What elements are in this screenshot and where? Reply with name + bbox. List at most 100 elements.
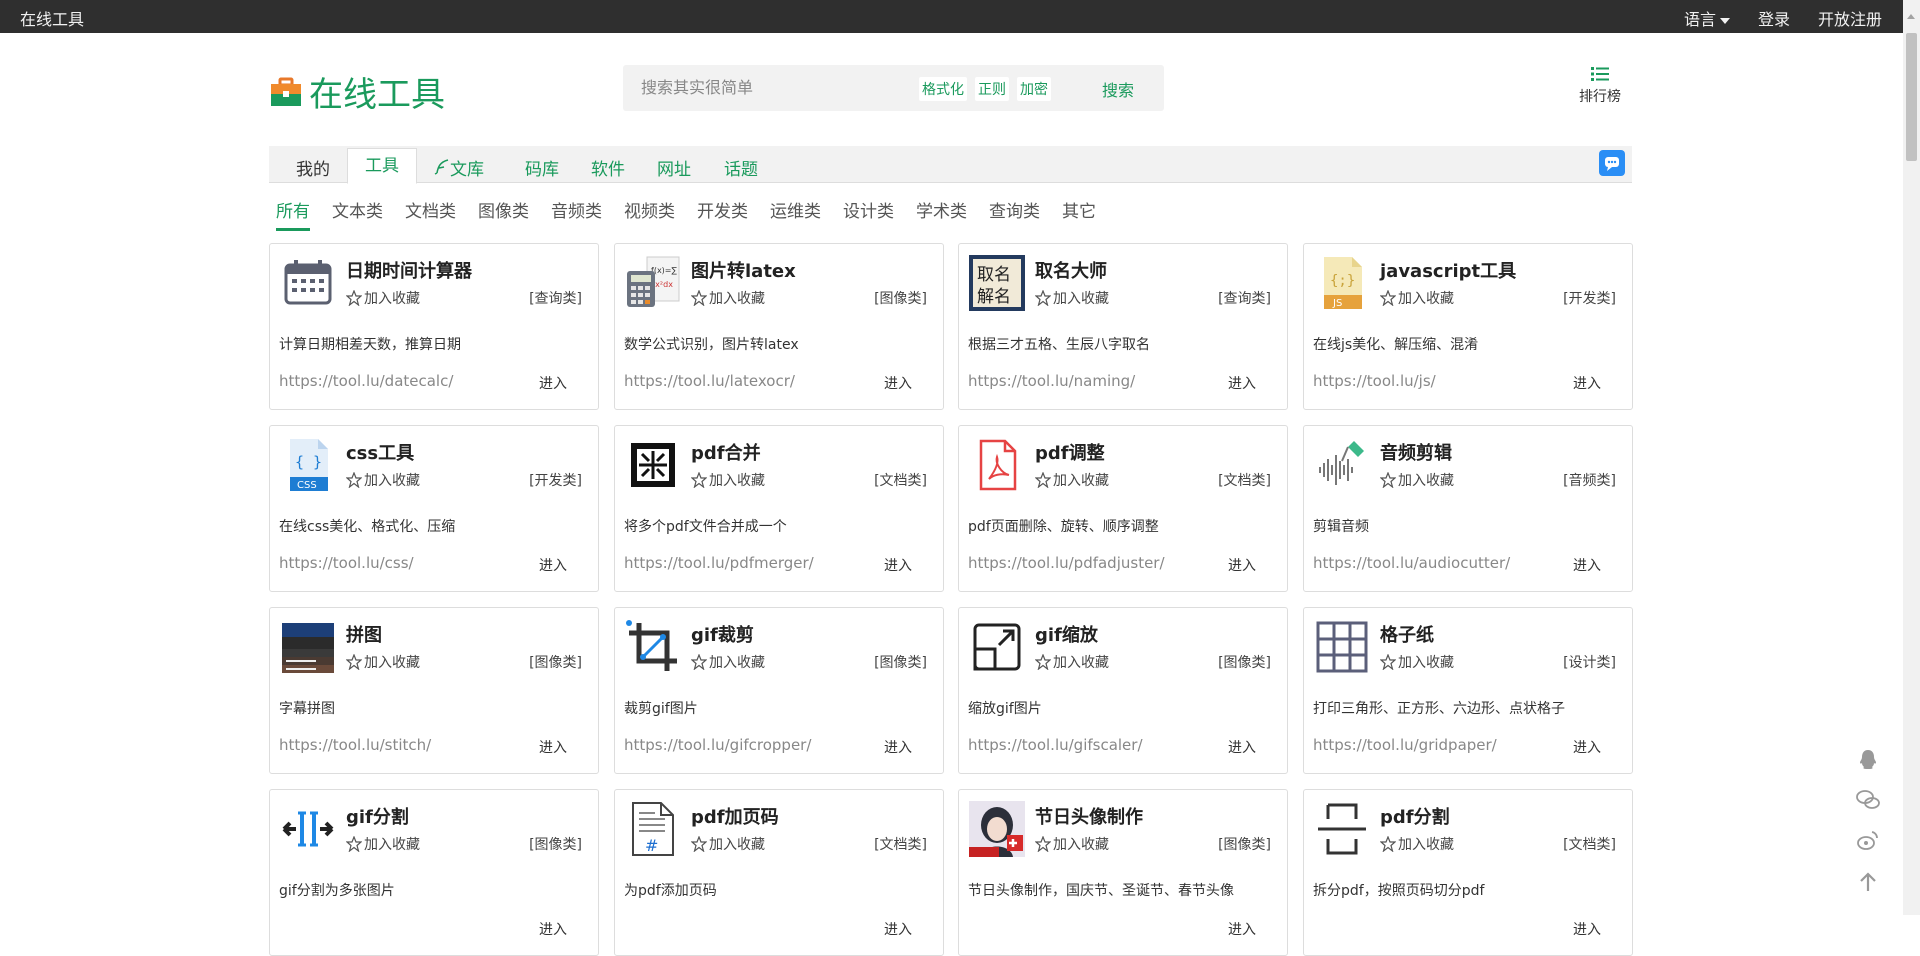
tool-card[interactable]: gif裁剪 加入收藏 [图像类] 裁剪gif图片 https://tool.lu/gif… bbox=[614, 607, 944, 774]
tab-library[interactable]: 文库 bbox=[434, 155, 484, 180]
enter-button[interactable]: 进入 bbox=[1228, 919, 1256, 939]
enter-button[interactable]: 进入 bbox=[539, 919, 567, 939]
tool-category-tag[interactable]: [设计类] bbox=[1563, 652, 1616, 672]
search-tag-regex[interactable]: 正则 bbox=[975, 77, 1009, 101]
tool-card[interactable]: 节日头像制作 加入收藏 [图像类] 节日头像制作，国庆节、圣诞节、春节头像 进入 bbox=[958, 789, 1288, 956]
tool-category-tag[interactable]: [图像类] bbox=[874, 652, 927, 672]
tab-tools[interactable]: 工具 bbox=[347, 148, 417, 184]
tool-title[interactable]: 取名大师 bbox=[1035, 257, 1107, 283]
rank-button[interactable]: 排行榜 bbox=[1577, 66, 1623, 106]
tab-websites[interactable]: 网址 bbox=[657, 155, 691, 180]
tab-software[interactable]: 软件 bbox=[591, 155, 625, 180]
enter-button[interactable]: 进入 bbox=[1573, 919, 1601, 939]
tool-category-tag[interactable]: [文档类] bbox=[874, 834, 927, 854]
category-design[interactable]: 设计类 bbox=[843, 197, 894, 231]
search-button[interactable]: 搜索 bbox=[1102, 77, 1134, 101]
add-favorite-button[interactable]: 加入收藏 bbox=[1035, 288, 1109, 308]
tool-category-tag[interactable]: [查询类] bbox=[1218, 288, 1271, 308]
add-favorite-button[interactable]: 加入收藏 bbox=[1380, 470, 1454, 490]
scrollbar[interactable] bbox=[1903, 0, 1920, 915]
add-favorite-button[interactable]: 加入收藏 bbox=[1380, 652, 1454, 672]
enter-button[interactable]: 进入 bbox=[1573, 373, 1601, 393]
tool-card[interactable]: gif分割 加入收藏 [图像类] gif分割为多张图片 进入 bbox=[269, 789, 599, 956]
scroll-up-arrow-icon[interactable] bbox=[1907, 14, 1915, 19]
tab-topics[interactable]: 话题 bbox=[724, 155, 758, 180]
enter-button[interactable]: 进入 bbox=[539, 737, 567, 757]
tool-title[interactable]: 拼图 bbox=[346, 621, 382, 647]
add-favorite-button[interactable]: 加入收藏 bbox=[1035, 652, 1109, 672]
tool-url[interactable]: https://tool.lu/pdfadjuster/ bbox=[968, 554, 1165, 572]
category-document[interactable]: 文档类 bbox=[405, 197, 456, 231]
category-academic[interactable]: 学术类 bbox=[916, 197, 967, 231]
add-favorite-button[interactable]: 加入收藏 bbox=[1380, 834, 1454, 854]
weibo-icon[interactable] bbox=[1856, 828, 1880, 852]
enter-button[interactable]: 进入 bbox=[1228, 555, 1256, 575]
tool-category-tag[interactable]: [开发类] bbox=[1563, 288, 1616, 308]
tool-title[interactable]: pdf加页码 bbox=[691, 803, 779, 829]
enter-button[interactable]: 进入 bbox=[1228, 737, 1256, 757]
add-favorite-button[interactable]: 加入收藏 bbox=[691, 834, 765, 854]
tool-url[interactable]: https://tool.lu/audiocutter/ bbox=[1313, 554, 1510, 572]
enter-button[interactable]: 进入 bbox=[1573, 555, 1601, 575]
tool-category-tag[interactable]: [图像类] bbox=[1218, 834, 1271, 854]
tool-category-tag[interactable]: [图像类] bbox=[1218, 652, 1271, 672]
tool-card[interactable]: 音频剪辑 加入收藏 [音频类] 剪辑音频 https://tool.lu/audiocu… bbox=[1303, 425, 1633, 592]
tool-category-tag[interactable]: [开发类] bbox=[529, 470, 582, 490]
tool-category-tag[interactable]: [图像类] bbox=[529, 652, 582, 672]
tool-url[interactable]: https://tool.lu/pdfmerger/ bbox=[624, 554, 814, 572]
tool-card[interactable]: pdf分割 加入收藏 [文档类] 拆分pdf，按照页码切分pdf 进入 bbox=[1303, 789, 1633, 956]
tool-title[interactable]: gif裁剪 bbox=[691, 621, 754, 647]
tool-title[interactable]: pdf分割 bbox=[1380, 803, 1450, 829]
add-favorite-button[interactable]: 加入收藏 bbox=[346, 288, 420, 308]
tool-card[interactable]: 格子纸 加入收藏 [设计类] 打印三角形、正方形、六边形、点状格子 https://to… bbox=[1303, 607, 1633, 774]
back-to-top-icon[interactable] bbox=[1856, 870, 1880, 894]
tool-category-tag[interactable]: [图像类] bbox=[529, 834, 582, 854]
add-favorite-button[interactable]: 加入收藏 bbox=[1035, 834, 1109, 854]
tool-category-tag[interactable]: [文档类] bbox=[874, 470, 927, 490]
tool-card[interactable]: 取名 解名 取名大师 加入收藏 [查询类] 根据三才五格、生辰八字取名 https://to… bbox=[958, 243, 1288, 410]
category-ops[interactable]: 运维类 bbox=[770, 197, 821, 231]
scrollbar-thumb[interactable] bbox=[1906, 33, 1917, 161]
category-image[interactable]: 图像类 bbox=[478, 197, 529, 231]
category-all[interactable]: 所有 bbox=[276, 197, 310, 231]
tool-url[interactable]: https://tool.lu/gridpaper/ bbox=[1313, 736, 1497, 754]
tool-url[interactable]: https://tool.lu/datecalc/ bbox=[279, 372, 453, 390]
login-link[interactable]: 登录 bbox=[1758, 6, 1790, 30]
tool-card[interactable]: JS {;} javascript工具 加入收藏 [开发类] 在线js美化、解压缩、混淆 h… bbox=[1303, 243, 1633, 410]
add-favorite-button[interactable]: 加入收藏 bbox=[691, 470, 765, 490]
enter-button[interactable]: 进入 bbox=[539, 373, 567, 393]
tool-category-tag[interactable]: [文档类] bbox=[1563, 834, 1616, 854]
tool-card[interactable]: 拼图 加入收藏 [图像类] 字幕拼图 https://tool.lu/stitch/进入 bbox=[269, 607, 599, 774]
enter-button[interactable]: 进入 bbox=[1228, 373, 1256, 393]
tool-url[interactable]: https://tool.lu/stitch/ bbox=[279, 736, 431, 754]
tab-mine[interactable]: 我的 bbox=[296, 155, 330, 180]
tool-card[interactable]: CSS { } css工具 加入收藏 [开发类] 在线css美化、格式化、压缩 https:… bbox=[269, 425, 599, 592]
add-favorite-button[interactable]: 加入收藏 bbox=[346, 834, 420, 854]
search-input[interactable] bbox=[639, 77, 903, 98]
site-name[interactable]: 在线工具 bbox=[20, 6, 84, 30]
tool-card[interactable]: 日期时间计算器 加入收藏 [查询类] 计算日期相差天数，推算日期 https://too… bbox=[269, 243, 599, 410]
tool-title[interactable]: 音频剪辑 bbox=[1380, 439, 1452, 465]
tool-title[interactable]: gif分割 bbox=[346, 803, 409, 829]
enter-button[interactable]: 进入 bbox=[884, 737, 912, 757]
wechat-icon[interactable] bbox=[1856, 788, 1880, 812]
tool-category-tag[interactable]: [文档类] bbox=[1218, 470, 1271, 490]
tool-category-tag[interactable]: [查询类] bbox=[529, 288, 582, 308]
tool-card[interactable]: gif缩放 加入收藏 [图像类] 缩放gif图片 https://tool.lu/gif… bbox=[958, 607, 1288, 774]
tool-url[interactable]: https://tool.lu/gifcropper/ bbox=[624, 736, 811, 754]
tool-title[interactable]: 日期时间计算器 bbox=[346, 257, 472, 283]
enter-button[interactable]: 进入 bbox=[884, 373, 912, 393]
tool-title[interactable]: pdf调整 bbox=[1035, 439, 1105, 465]
qq-icon[interactable] bbox=[1856, 748, 1880, 772]
tool-title[interactable]: css工具 bbox=[346, 439, 414, 465]
category-other[interactable]: 其它 bbox=[1062, 197, 1096, 231]
enter-button[interactable]: 进入 bbox=[539, 555, 567, 575]
tool-url[interactable]: https://tool.lu/gifscaler/ bbox=[968, 736, 1143, 754]
tool-card[interactable]: f(x)=∑ ∫x²dx 图片转latex 加入收藏 [图像类] 数学公式识别，图片转la… bbox=[614, 243, 944, 410]
tab-code[interactable]: 码库 bbox=[525, 155, 559, 180]
add-favorite-button[interactable]: 加入收藏 bbox=[346, 470, 420, 490]
enter-button[interactable]: 进入 bbox=[884, 919, 912, 939]
tool-url[interactable]: https://tool.lu/latexocr/ bbox=[624, 372, 795, 390]
tool-url[interactable]: https://tool.lu/css/ bbox=[279, 554, 414, 572]
category-audio[interactable]: 音频类 bbox=[551, 197, 602, 231]
